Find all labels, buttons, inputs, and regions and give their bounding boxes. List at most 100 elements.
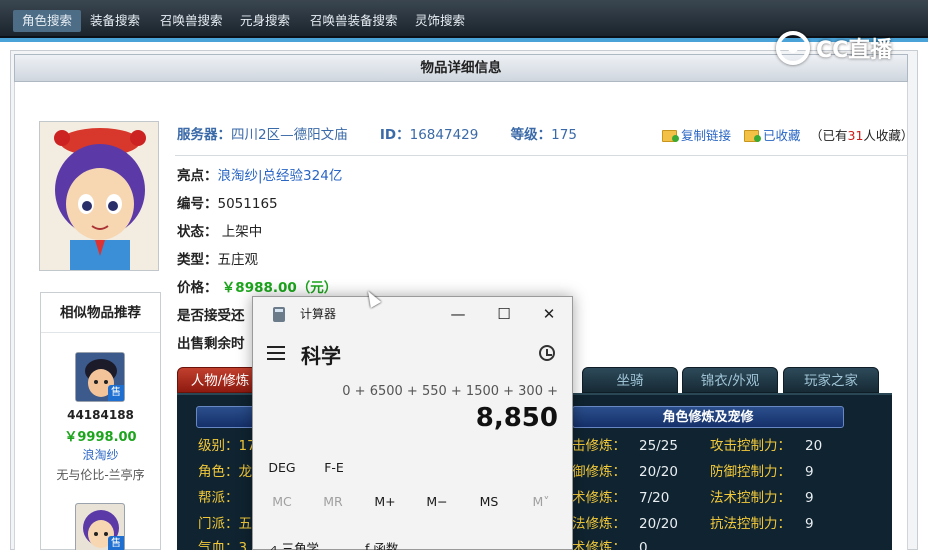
- favorite-count: （已有31人收藏）: [810, 127, 913, 145]
- price-label: 价格：: [177, 280, 218, 296]
- cult-magic-label: 术修炼：: [572, 490, 626, 506]
- cult-magic-value: 7/20: [639, 490, 670, 506]
- function-label: 函数: [373, 541, 399, 550]
- trigonometry-label: 三角学: [281, 541, 319, 550]
- number-value: 5051165: [217, 196, 278, 212]
- tab-outfit[interactable]: 锦衣/外观: [682, 367, 778, 393]
- calculator-app-icon: [273, 307, 285, 322]
- recommend-item-thumb-2[interactable]: 售: [75, 503, 125, 550]
- for-sale-badge: 售: [108, 385, 124, 401]
- nav-tab-yuanshen-search[interactable]: 元身搜索: [231, 10, 299, 32]
- recommend-item-seller[interactable]: 浪淘纱: [41, 446, 160, 463]
- copy-link-button[interactable]: 复制链接: [662, 127, 731, 145]
- calculator-titlebar[interactable]: 计算器 — ☐ ✕: [253, 297, 572, 331]
- favorite-folder-icon: [744, 130, 761, 142]
- favorited-button[interactable]: 已收藏: [744, 127, 801, 145]
- function-icon: ƒ: [365, 541, 370, 550]
- for-sale-badge-2: 售: [108, 536, 124, 550]
- ctrl-magic-label: 法术控制力：: [710, 490, 791, 506]
- type-value: 五庄观: [217, 252, 259, 268]
- chevron-down-icon-2: ⌄: [402, 541, 413, 550]
- type-row: 类型：五庄观: [177, 249, 258, 271]
- memory-add-button[interactable]: M+: [366, 491, 404, 513]
- nav-tab-role-search[interactable]: 角色搜索: [13, 10, 82, 32]
- deg-toggle[interactable]: DEG: [263, 457, 301, 479]
- level-value: 175: [551, 127, 577, 143]
- maximize-button[interactable]: ☐: [481, 301, 527, 327]
- copy-link-label: 复制链接: [681, 128, 732, 143]
- cult-extra-value: 0: [639, 540, 648, 550]
- recommend-item-thumb[interactable]: 售: [75, 352, 125, 402]
- similar-items-sidebar: 相似物品推荐 售 44184188 ￥9998.00 浪淘纱 无与伦比-兰亭序 …: [40, 292, 161, 550]
- watermark-text: CC直播: [816, 38, 893, 63]
- ctrl-magic-value: 9: [805, 490, 814, 506]
- server-label: 服务器：: [177, 127, 231, 143]
- type-label: 类型：: [177, 252, 218, 268]
- status-row: 状态： 上架中: [177, 221, 262, 243]
- nav-tab-summon-search[interactable]: 召唤兽搜索: [151, 10, 232, 32]
- hamburger-menu-icon[interactable]: [267, 346, 285, 360]
- nav-tab-equipment-search[interactable]: 装备搜索: [81, 10, 149, 32]
- cult-attack-label: 击修炼：: [572, 438, 626, 454]
- function-dropdown[interactable]: ƒ 函数 ⌄: [365, 538, 413, 550]
- calculator-result: 8,850: [475, 403, 558, 433]
- stat-hp: 气血：3: [198, 540, 248, 550]
- memory-list-button[interactable]: M˅: [522, 491, 560, 513]
- cult-extra-label: 术修炼：: [572, 540, 626, 550]
- ctrl-resist-label: 抗法控制力：: [710, 516, 791, 532]
- stat-school: 门派：五: [198, 516, 252, 532]
- ctrl-resist-value: 9: [805, 516, 814, 532]
- status-value: 上架中: [221, 224, 263, 240]
- trigonometry-dropdown[interactable]: ⊿ 三角学 ⌄: [267, 538, 333, 550]
- number-row: 编号：5051165: [177, 193, 278, 215]
- character-avatar: [39, 121, 159, 271]
- recommend-item-server: 无与伦比-兰亭序: [56, 468, 145, 482]
- favorited-label: 已收藏: [763, 128, 801, 143]
- stat-level: 级别：17: [198, 438, 256, 454]
- tab-character-cultivation[interactable]: 人物/修炼: [177, 367, 263, 393]
- nav-tab-summon-equipment-search[interactable]: 召唤兽装备搜索: [301, 10, 407, 32]
- calculator-window: 计算器 — ☐ ✕ 科学 0 + 6500 + 550 + 1500 + 300…: [252, 296, 573, 550]
- triangle-icon: ⊿: [267, 541, 278, 550]
- fav-prefix: （已有: [810, 128, 848, 143]
- copy-folder-icon: [662, 130, 679, 142]
- highlight-row: 亮点：浪淘纱|总经验324亿: [177, 165, 342, 187]
- minimize-button[interactable]: —: [435, 301, 481, 327]
- recommend-item-price: ￥9998.00: [64, 430, 137, 445]
- ctrl-defense-value: 9: [805, 464, 814, 480]
- divider: [175, 155, 908, 156]
- calculator-expression: 0 + 6500 + 550 + 1500 + 300 +: [342, 384, 558, 399]
- history-icon[interactable]: [539, 345, 555, 361]
- chevron-down-icon: ⌄: [322, 541, 334, 550]
- cult-resist-label: 法修炼：: [572, 516, 626, 532]
- fav-suffix: 人收藏）: [863, 128, 914, 143]
- memory-subtract-button[interactable]: M−: [418, 491, 456, 513]
- id-label: ID：: [379, 127, 410, 143]
- highlight-value[interactable]: 浪淘纱|总经验324亿: [218, 168, 343, 184]
- number-label: 编号：: [177, 196, 218, 212]
- ctrl-attack-label: 攻击控制力：: [710, 438, 791, 454]
- stat-guild: 帮派：: [198, 490, 239, 506]
- cc-live-watermark: CC直播: [776, 30, 892, 66]
- item-info-line: 服务器：四川2区—德阳文庙 ID：16847429 等级：175: [177, 124, 577, 146]
- ctrl-defense-label: 防御控制力：: [710, 464, 791, 480]
- tab-mount[interactable]: 坐骑: [582, 367, 678, 393]
- status-label: 状态：: [177, 224, 218, 240]
- fe-toggle[interactable]: F-E: [315, 457, 353, 479]
- nav-tab-ornament-search[interactable]: 灵饰搜索: [406, 10, 474, 32]
- memory-recall-button[interactable]: MR: [314, 491, 352, 513]
- page-title: 物品详细信息: [14, 54, 908, 82]
- bargain-row: 是否接受还: [177, 305, 245, 327]
- server-value: 四川2区—德阳文庙: [231, 127, 348, 143]
- ctrl-attack-value: 20: [805, 438, 823, 454]
- cult-resist-value: 20/20: [639, 516, 678, 532]
- recommend-item-id: 44184188: [67, 408, 134, 422]
- calculator-mode: 科学: [301, 344, 341, 368]
- close-button[interactable]: ✕: [526, 301, 572, 327]
- calculator-title: 计算器: [300, 307, 337, 321]
- tab-player-home[interactable]: 玩家之家: [783, 367, 879, 393]
- memory-clear-button[interactable]: MC: [263, 491, 301, 513]
- cc-logo-icon: [776, 31, 810, 65]
- cult-defense-value: 20/20: [639, 464, 678, 480]
- memory-store-button[interactable]: MS: [470, 491, 508, 513]
